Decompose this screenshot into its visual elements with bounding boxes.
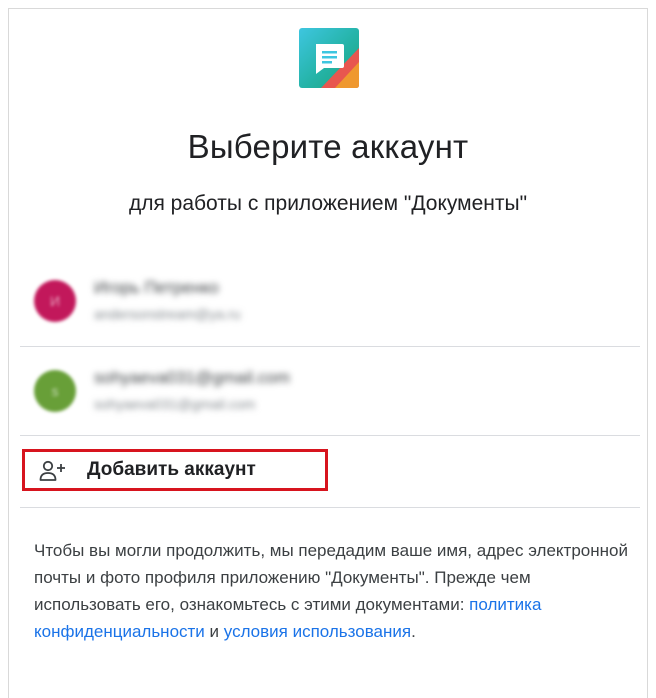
account-item[interactable]: s sohyaeva031@gmail.com sohyaeva031@gmai… [20,348,640,434]
account-item[interactable]: И Игорь Петренко andersonstream@ya.ru [20,258,640,344]
consent-conjunction: и [204,622,224,641]
consent-text: Чтобы вы могли продолжить, мы передадим … [34,537,634,645]
account-name: sohyaeva031@gmail.com [94,368,290,387]
avatar: s [34,370,76,412]
avatar: И [34,280,76,322]
account-email: andersonstream@ya.ru [94,306,241,322]
avatar-initial: s [51,383,59,399]
divider [20,435,640,436]
consent-period: . [411,622,416,641]
divider [20,507,640,508]
app-logo-icon [299,28,359,88]
person-add-icon [39,460,67,482]
add-account-label: Добавить аккаунт [87,459,256,480]
dialog-subtitle: для работы с приложением "Документы" [128,192,528,215]
account-name: Игорь Петренко [94,278,219,297]
add-account-button[interactable]: Добавить аккаунт [22,449,328,491]
account-email: sohyaeva031@gmail.com [94,396,256,412]
terms-of-service-link[interactable]: условия использования [224,622,411,641]
avatar-initial: И [49,293,61,309]
dialog-title: Выберите аккаунт [187,128,469,165]
divider [20,346,640,347]
